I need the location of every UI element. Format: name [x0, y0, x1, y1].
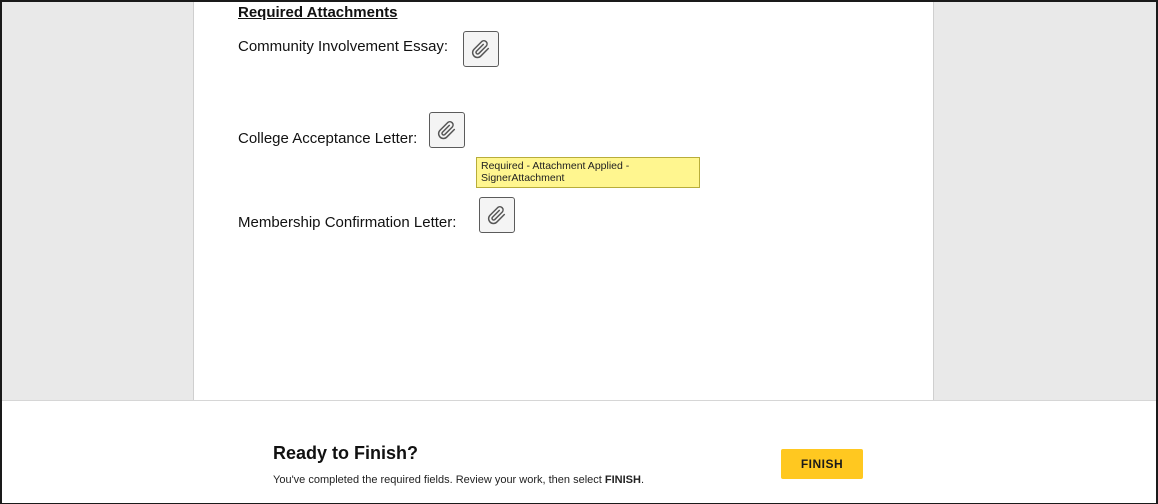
attachment-tooltip: Required - Attachment Applied - SignerAt… — [476, 157, 700, 188]
paperclip-icon — [437, 121, 456, 140]
finish-message-suffix: . — [640, 474, 644, 486]
document-page: Required Attachments Community Involveme… — [193, 2, 934, 400]
membership-confirmation-attach-button[interactable] — [479, 197, 515, 233]
college-acceptance-label: College Acceptance Letter: — [238, 130, 418, 147]
finish-title: Ready to Finish? — [273, 443, 419, 463]
finish-message-emphasis: FINISH — [604, 474, 641, 486]
section-heading: Required Attachments — [238, 4, 398, 21]
finish-message: You've completed the required fields. Re… — [273, 474, 644, 486]
finish-button[interactable]: FINISH — [781, 449, 863, 479]
paperclip-icon — [471, 40, 490, 59]
community-essay-label: Community Involvement Essay: — [238, 38, 449, 55]
college-acceptance-attach-button[interactable] — [429, 112, 465, 148]
document-viewer: Required Attachments Community Involveme… — [2, 2, 1156, 400]
membership-confirmation-label: Membership Confirmation Letter: — [238, 214, 457, 231]
finish-message-text: You've completed the required fields. Re… — [273, 474, 605, 486]
paperclip-icon — [487, 206, 506, 225]
community-essay-attach-button[interactable] — [463, 31, 499, 67]
finish-footer: Ready to Finish? You've completed the re… — [2, 400, 1156, 503]
